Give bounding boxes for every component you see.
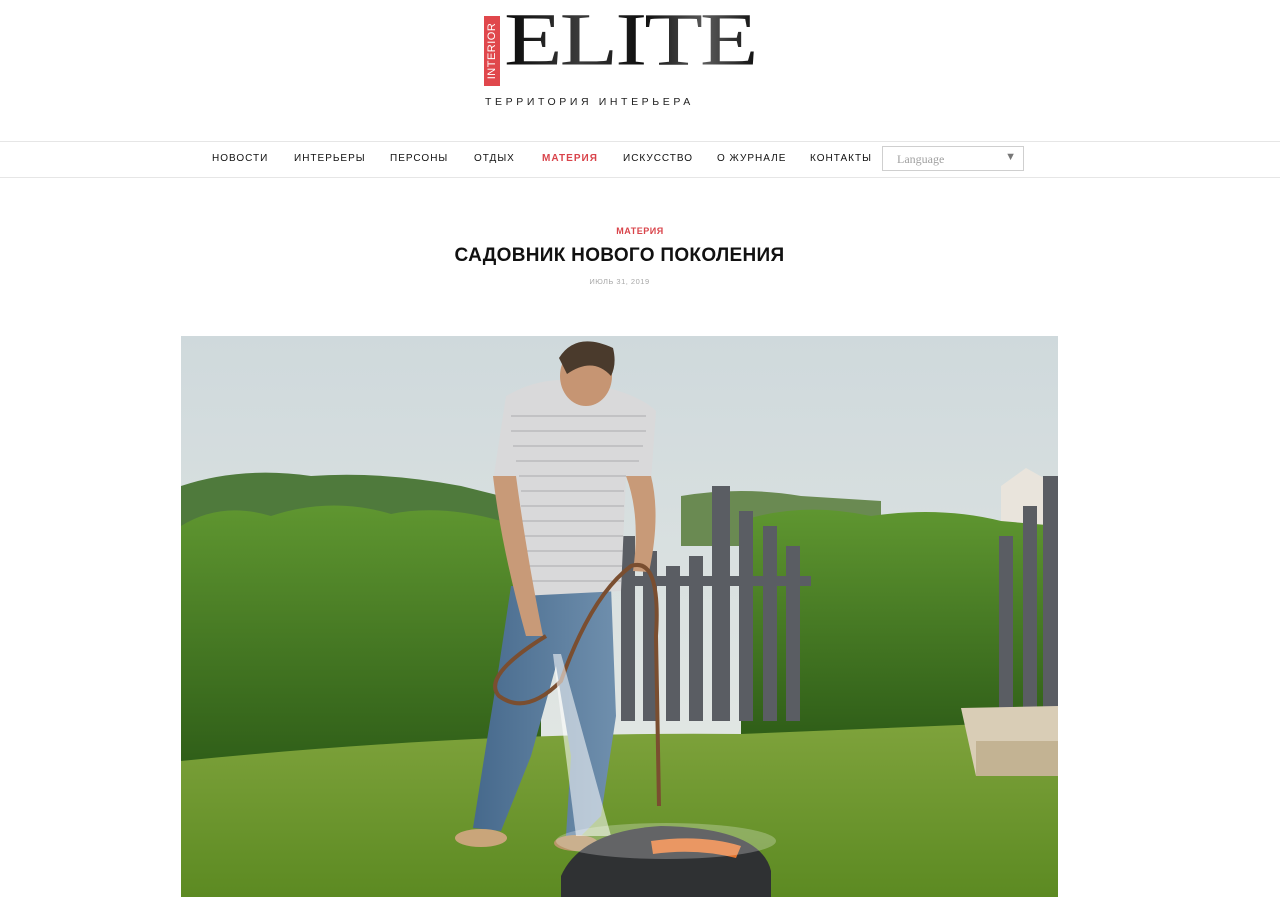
site-header: INTERIOR ELITE ТЕРРИТОРИЯ ИНТЕРЬЕРА bbox=[0, 0, 1280, 141]
nav-item-leisure[interactable]: ОТДЫХ bbox=[474, 153, 515, 164]
article-hero-image bbox=[181, 336, 1058, 897]
article-category[interactable]: МАТЕРИЯ bbox=[0, 226, 1280, 236]
nav-item-contacts[interactable]: КОНТАКТЫ bbox=[810, 153, 872, 164]
article-date: ИЮЛЬ 31, 2019 bbox=[589, 277, 650, 286]
nav-item-interiors[interactable]: ИНТЕРЬЕРЫ bbox=[294, 153, 366, 164]
site-logo[interactable]: INTERIOR ELITE ТЕРРИТОРИЯ ИНТЕРЬЕРА bbox=[484, 2, 759, 110]
language-select[interactable]: Language ▼ bbox=[882, 146, 1024, 171]
nav-item-materia[interactable]: МАТЕРИЯ bbox=[542, 153, 598, 164]
article-title: САДОВНИК НОВОГО ПОКОЛЕНИЯ bbox=[454, 245, 785, 266]
logo-subtitle: ТЕРРИТОРИЯ ИНТЕРЬЕРА bbox=[485, 96, 694, 108]
nav-item-art[interactable]: ИСКУССТВО bbox=[623, 153, 693, 164]
logo-wordmark: ELITE bbox=[504, 0, 759, 81]
nav-item-persons[interactable]: ПЕРСОНЫ bbox=[390, 153, 448, 164]
main-nav: НОВОСТИ ИНТЕРЬЕРЫ ПЕРСОНЫ ОТДЫХ МАТЕРИЯ … bbox=[0, 141, 1280, 178]
caret-down-icon: ▼ bbox=[1005, 151, 1016, 163]
nav-item-about[interactable]: О ЖУРНАЛЕ bbox=[717, 153, 786, 164]
logo-interior-tag: INTERIOR bbox=[484, 16, 500, 86]
language-select-value: Language bbox=[897, 152, 945, 166]
nav-item-news[interactable]: НОВОСТИ bbox=[212, 153, 268, 164]
